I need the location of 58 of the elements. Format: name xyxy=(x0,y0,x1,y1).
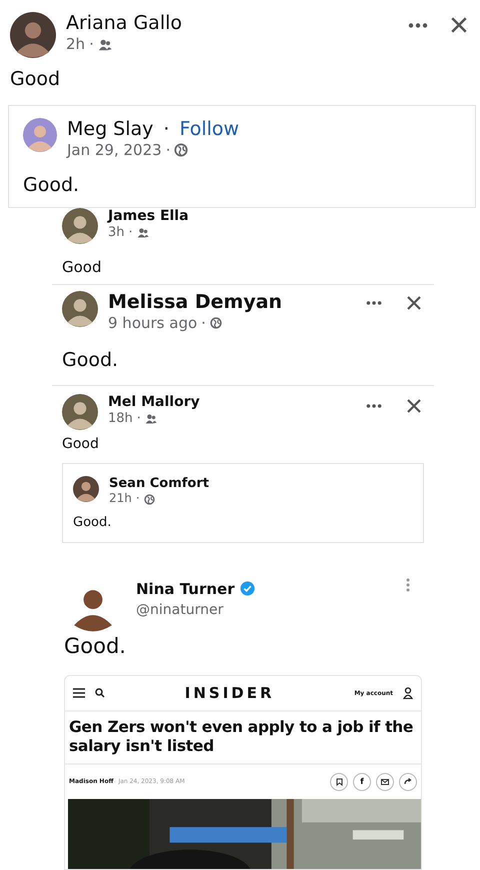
avatar[interactable] xyxy=(62,290,98,327)
friends-icon xyxy=(144,413,157,426)
post-time[interactable]: 9 hours ago xyxy=(108,314,198,334)
post-time[interactable]: 3h xyxy=(108,224,125,242)
author-name[interactable]: Melissa Demyan xyxy=(108,290,356,314)
friends-icon xyxy=(136,227,149,240)
dot-separator: · xyxy=(166,140,170,160)
post-time[interactable]: 18h xyxy=(108,410,133,428)
post-time[interactable]: Jan 29, 2023 xyxy=(67,140,162,160)
mail-icon xyxy=(381,778,389,785)
globe-icon xyxy=(174,143,188,158)
dot-separator: · xyxy=(89,34,94,54)
avatar[interactable] xyxy=(10,12,56,58)
post-text: Good. xyxy=(72,514,112,532)
menu-icon[interactable] xyxy=(73,688,85,698)
post-time[interactable]: 21h xyxy=(109,491,132,507)
user-icon[interactable] xyxy=(403,687,413,700)
bookmark-button[interactable] xyxy=(330,772,348,791)
dot-separator: · xyxy=(201,314,206,334)
user-handle[interactable]: @ninaturner xyxy=(136,602,390,619)
author-name[interactable]: Sean Comfort xyxy=(109,476,411,492)
comment-text: Good xyxy=(61,256,102,278)
article-headline[interactable]: Gen Zers won't even apply to a job if the salary isn't listed xyxy=(65,712,421,765)
more-icon[interactable] xyxy=(366,300,382,305)
share-button[interactable] xyxy=(399,772,417,791)
globe-icon xyxy=(144,494,155,505)
dot-separator: · xyxy=(163,118,170,140)
tweet-text: Good. xyxy=(63,632,127,660)
author-name[interactable]: Ariana Gallo xyxy=(66,12,398,35)
post-text: Good xyxy=(9,67,62,92)
email-button[interactable] xyxy=(376,772,394,791)
dot-separator: · xyxy=(128,224,133,242)
author-name[interactable]: James Ella xyxy=(108,208,422,225)
more-icon[interactable] xyxy=(366,404,382,408)
share-facebook-button[interactable]: f xyxy=(353,772,371,791)
author-name[interactable]: Meg Slay xyxy=(67,118,154,141)
avatar[interactable] xyxy=(62,394,98,430)
close-icon[interactable] xyxy=(450,16,468,34)
bookmark-icon xyxy=(336,778,342,786)
avatar[interactable] xyxy=(73,476,99,502)
comment-text: Good xyxy=(61,434,100,454)
follow-link[interactable]: Follow xyxy=(179,118,240,140)
dot-separator: · xyxy=(136,491,140,507)
post-time[interactable]: 2h xyxy=(66,34,86,54)
friends-icon xyxy=(98,38,112,52)
dot-separator: · xyxy=(136,410,141,428)
close-icon[interactable] xyxy=(406,398,422,414)
post-text: Good. xyxy=(22,173,80,198)
author-name[interactable]: Mel Mallory xyxy=(108,394,356,411)
site-logo: INSIDER xyxy=(184,684,276,702)
more-icon[interactable] xyxy=(408,22,428,28)
search-icon[interactable] xyxy=(95,688,105,698)
comment-text: Good. xyxy=(61,348,120,374)
share-arrow-icon xyxy=(404,778,412,786)
globe-icon xyxy=(210,317,222,330)
close-icon[interactable] xyxy=(406,294,422,311)
author-name[interactable]: Nina Turner xyxy=(136,580,235,598)
avatar[interactable] xyxy=(62,208,98,244)
